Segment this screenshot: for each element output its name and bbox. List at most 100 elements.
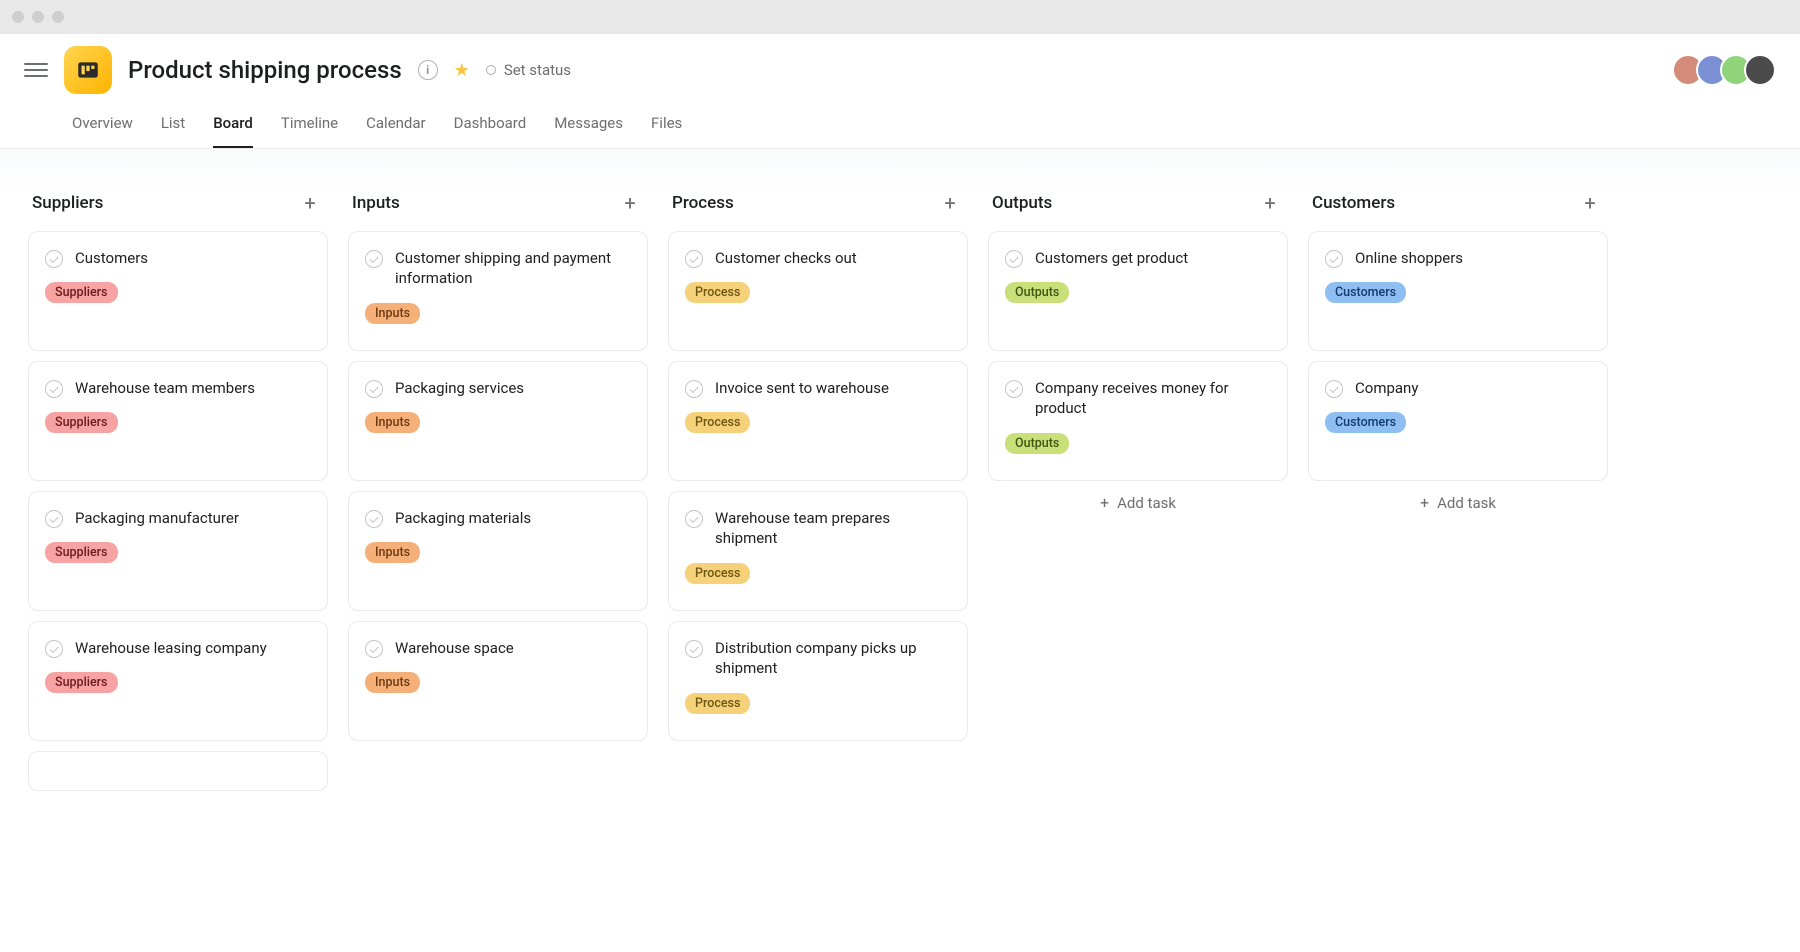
- complete-check-icon[interactable]: [45, 380, 63, 398]
- task-card[interactable]: Customers Suppliers: [28, 231, 328, 351]
- project-title[interactable]: Product shipping process: [128, 56, 402, 84]
- add-task-plus-button[interactable]: +: [936, 189, 964, 217]
- tag-outputs[interactable]: Outputs: [1005, 433, 1069, 454]
- column-title[interactable]: Process: [672, 193, 734, 213]
- tag-inputs[interactable]: Inputs: [365, 412, 420, 433]
- complete-check-icon[interactable]: [45, 250, 63, 268]
- card-title: Packaging services: [395, 378, 524, 398]
- member-avatars[interactable]: [1680, 54, 1776, 86]
- project-info-button[interactable]: i: [418, 60, 438, 80]
- tag-suppliers[interactable]: Suppliers: [45, 282, 118, 303]
- set-status-button[interactable]: Set status: [486, 61, 571, 79]
- add-task-plus-button[interactable]: +: [296, 189, 324, 217]
- column-title[interactable]: Customers: [1312, 193, 1395, 213]
- task-card[interactable]: Company receives money for productOutput…: [988, 361, 1288, 481]
- card-list: Customers get productOutputsCompany rece…: [988, 231, 1288, 481]
- tag-process[interactable]: Process: [685, 282, 750, 303]
- tag-customers[interactable]: Customers: [1325, 412, 1406, 433]
- card-title-row: Warehouse team prepares shipment: [685, 508, 951, 549]
- project-icon[interactable]: [64, 46, 112, 94]
- tag-suppliers[interactable]: Suppliers: [45, 412, 118, 433]
- favorite-star-icon[interactable]: ★: [454, 60, 470, 81]
- complete-check-icon[interactable]: [365, 250, 383, 268]
- tab-board[interactable]: Board: [213, 106, 253, 148]
- column-title[interactable]: Suppliers: [32, 193, 103, 213]
- tab-messages[interactable]: Messages: [554, 106, 623, 148]
- plus-icon: +: [1100, 493, 1109, 512]
- complete-check-icon[interactable]: [365, 380, 383, 398]
- card-title-row: Online shoppers: [1325, 248, 1591, 268]
- task-card[interactable]: Online shoppers Customers: [1308, 231, 1608, 351]
- tag-suppliers[interactable]: Suppliers: [45, 542, 118, 563]
- complete-check-icon[interactable]: [685, 250, 703, 268]
- traffic-light-zoom[interactable]: [52, 11, 64, 23]
- column-suppliers: Suppliers+CustomersSuppliersWarehouse te…: [28, 189, 328, 911]
- tag-process[interactable]: Process: [685, 563, 750, 584]
- tab-timeline[interactable]: Timeline: [281, 106, 338, 148]
- column-title[interactable]: Outputs: [992, 193, 1052, 213]
- tag-process[interactable]: Process: [685, 412, 750, 433]
- task-card[interactable]: Warehouse team prepares shipment Process: [668, 491, 968, 611]
- column-header: Inputs +: [348, 189, 648, 231]
- complete-check-icon[interactable]: [365, 640, 383, 658]
- column-customers: Customers+Online shoppersCustomersCompan…: [1308, 189, 1608, 911]
- tag-process[interactable]: Process: [685, 693, 750, 714]
- card-title: Customer shipping and payment informatio…: [395, 248, 631, 289]
- tag-suppliers[interactable]: Suppliers: [45, 672, 118, 693]
- add-task-plus-button[interactable]: +: [616, 189, 644, 217]
- complete-check-icon[interactable]: [1325, 250, 1343, 268]
- task-card[interactable]: Warehouse team membersSuppliers: [28, 361, 328, 481]
- card-title: Packaging manufacturer: [75, 508, 239, 528]
- complete-check-icon[interactable]: [365, 510, 383, 528]
- tag-outputs[interactable]: Outputs: [1005, 282, 1069, 303]
- column-header: Process +: [668, 189, 968, 231]
- task-card[interactable]: Warehouse leasing companySuppliers: [28, 621, 328, 741]
- tab-files[interactable]: Files: [651, 106, 682, 148]
- tab-dashboard[interactable]: Dashboard: [454, 106, 527, 148]
- task-card[interactable]: Invoice sent to warehouseProcess: [668, 361, 968, 481]
- avatar[interactable]: [1744, 54, 1776, 86]
- task-card[interactable]: Customer checks outProcess: [668, 231, 968, 351]
- column-title[interactable]: Inputs: [352, 193, 400, 213]
- card-title-row: Customers get product: [1005, 248, 1271, 268]
- add-task-plus-button[interactable]: +: [1576, 189, 1604, 217]
- card-title-row: Warehouse space: [365, 638, 631, 658]
- tab-list[interactable]: List: [161, 106, 185, 148]
- task-card[interactable]: Warehouse space Inputs: [348, 621, 648, 741]
- tab-overview[interactable]: Overview: [72, 106, 133, 148]
- task-card[interactable]: Packaging materialsInputs: [348, 491, 648, 611]
- status-label: Set status: [504, 61, 571, 79]
- tag-inputs[interactable]: Inputs: [365, 303, 420, 324]
- task-card[interactable]: Packaging services Inputs: [348, 361, 648, 481]
- task-card[interactable]: Customers get product Outputs: [988, 231, 1288, 351]
- add-task-button[interactable]: +Add task: [1308, 481, 1608, 524]
- task-card[interactable]: Customer shipping and payment informatio…: [348, 231, 648, 351]
- complete-check-icon[interactable]: [45, 640, 63, 658]
- task-card[interactable]: Packaging manufacturer Suppliers: [28, 491, 328, 611]
- complete-check-icon[interactable]: [685, 640, 703, 658]
- complete-check-icon[interactable]: [1325, 380, 1343, 398]
- task-card[interactable]: Distribution company picks up shipmentPr…: [668, 621, 968, 741]
- traffic-light-close[interactable]: [12, 11, 24, 23]
- sidebar-toggle-button[interactable]: [24, 58, 48, 82]
- complete-check-icon[interactable]: [1005, 250, 1023, 268]
- card-title-row: Customers: [45, 248, 311, 268]
- card-title-row: Company: [1325, 378, 1591, 398]
- card-list: Customer checks outProcessInvoice sent t…: [668, 231, 968, 741]
- complete-check-icon[interactable]: [45, 510, 63, 528]
- project-tabs: Overview List Board Timeline Calendar Dashboa…: [0, 94, 1800, 149]
- tag-customers[interactable]: Customers: [1325, 282, 1406, 303]
- add-task-plus-button[interactable]: +: [1256, 189, 1284, 217]
- task-card-placeholder[interactable]: [28, 751, 328, 791]
- tag-inputs[interactable]: Inputs: [365, 672, 420, 693]
- complete-check-icon[interactable]: [685, 380, 703, 398]
- traffic-light-minimize[interactable]: [32, 11, 44, 23]
- card-title: Customers get product: [1035, 248, 1188, 268]
- tag-inputs[interactable]: Inputs: [365, 542, 420, 563]
- complete-check-icon[interactable]: [1005, 380, 1023, 398]
- tab-calendar[interactable]: Calendar: [366, 106, 426, 148]
- task-card[interactable]: Company Customers: [1308, 361, 1608, 481]
- add-task-button[interactable]: +Add task: [988, 481, 1288, 524]
- column-header: Customers +: [1308, 189, 1608, 231]
- complete-check-icon[interactable]: [685, 510, 703, 528]
